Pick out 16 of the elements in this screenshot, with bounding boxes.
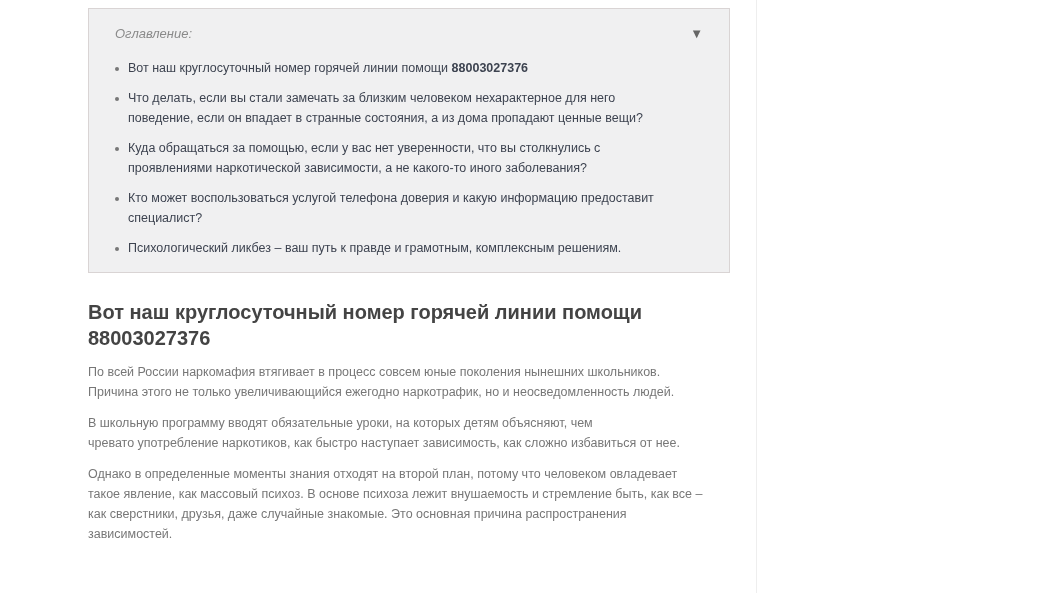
bullet-icon: [115, 96, 119, 101]
paragraph: По всей России наркомафия втягивает в процесс совсем юные поколения нынешних школьников. Причина этого не только увеличивающийся ежегодно наркотрафик, но и неосведомленность людей.: [88, 363, 676, 401]
toc-link[interactable]: Психологический ликбез – ваш путь к правде и грамотным, комплексным решениям.: [128, 237, 622, 258]
toc-link[interactable]: Куда обращаться за помощью, если у вас нет уверенности, что вы столкнулись с проявлениями наркотической зависимости, а не какого-то иного заболевания?: [128, 137, 601, 178]
toggle-button[interactable]: ▼: [690, 24, 703, 44]
toc-link[interactable]: Что делать, если вы стали замечать за близким человеком нехарактерное для него поведение, если он впадает в странные состояния, а из дома пропадают ценные вещи?: [128, 87, 643, 128]
bullet-icon: [115, 146, 119, 151]
paragraph: В школьную программу вводят обязательные уроки, на которых детям объясняют, чем чревато употребление наркотиков, как быстро наступает зависимость, как сложно избавиться от нее.: [88, 414, 681, 452]
toc-title: Оглавление:: [115, 25, 193, 43]
bullet-icon: [115, 66, 119, 71]
section-heading: Вот наш круглосуточный номер горячей линии помощи 88003027376: [88, 299, 643, 351]
bullet-icon: [115, 196, 119, 201]
toc-link[interactable]: Кто может воспользоваться услугой телефона доверия и какую информацию предоставит специалист?: [128, 187, 654, 228]
paragraph: Однако в определенные моменты знания отходят на второй план, потому что человеком овладевает такое явление, как массовый психоз. В основе психоза лежит внушаемость и стремление быть, как все – как сверстники, друзья, даже случайные знакомые. Это основная причина распространения зависимостей.: [88, 465, 704, 543]
bullet-icon: [115, 246, 119, 251]
toc-link[interactable]: Вот наш круглосуточный номер горячей линии помощи 88003027376: [128, 57, 529, 78]
